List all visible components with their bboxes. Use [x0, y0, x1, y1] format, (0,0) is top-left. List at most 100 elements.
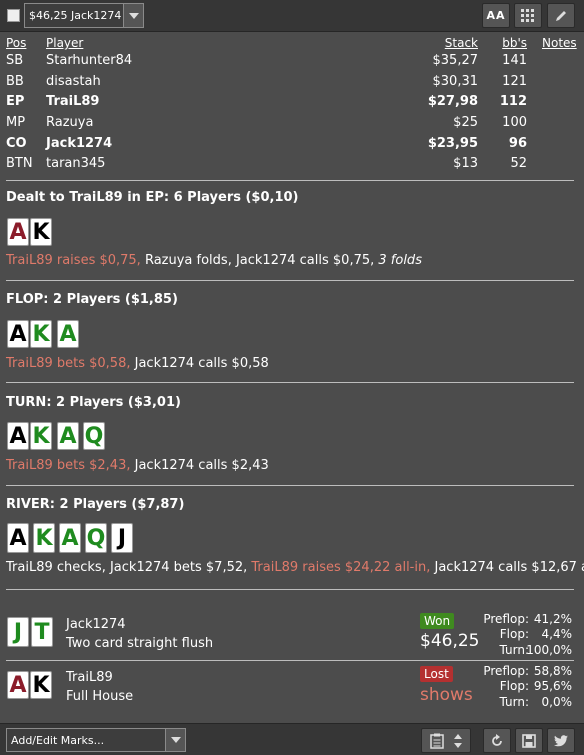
card: A — [57, 422, 79, 450]
table-row[interactable]: CO Jack1274 $23,95 96 — [0, 136, 584, 156]
row-stack: $25 — [453, 115, 478, 130]
row-bbs: 121 — [502, 74, 527, 89]
preflop-title: Dealt to TraiL89 in EP: 6 Players ($0,10… — [6, 190, 299, 205]
select-hand-checkbox[interactable] — [7, 9, 20, 22]
card: K — [30, 320, 52, 348]
hand-dropdown[interactable]: $46,25 Jack1274 — [24, 3, 144, 28]
table-row[interactable]: BB disastah $30,31 121 — [0, 74, 584, 94]
card: Q — [83, 422, 105, 450]
notes-spinner[interactable] — [421, 728, 471, 753]
row-player: Razuya — [46, 115, 94, 130]
card: A — [7, 523, 29, 553]
preflop-equity-value: 58,8% — [533, 664, 572, 678]
twitter-share-button[interactable] — [547, 728, 575, 753]
card: A — [59, 523, 81, 553]
hero-action: TraiL89 bets $0,58, — [6, 356, 131, 371]
won-amount: $46,25 — [420, 631, 480, 651]
row-player: TraiL89 — [46, 94, 100, 109]
divider — [6, 485, 574, 486]
action-text: Jack1274 calls $0,58 — [130, 356, 269, 371]
hand-dropdown-value: $46,25 Jack1274 — [29, 9, 122, 22]
card: A — [7, 422, 29, 450]
row-pos: BTN — [6, 156, 33, 171]
divider — [6, 660, 574, 661]
row-player: Starhunter84 — [46, 53, 133, 68]
preflop-actions: TraiL89 raises $0,75, Razuya folds, Jack… — [6, 253, 422, 268]
card: J — [7, 617, 29, 647]
turn-equity-value: 0,0% — [541, 695, 573, 709]
row-stack: $27,98 — [427, 94, 478, 109]
action-text: Razuya folds, Jack1274 calls $0,75, — [140, 253, 379, 268]
card: K — [30, 218, 52, 246]
header-bbs[interactable]: bb's — [502, 36, 527, 50]
refresh-icon — [492, 733, 502, 746]
top-toolbar: $46,25 Jack1274 AA — [0, 0, 584, 32]
divider — [6, 382, 574, 383]
card: A — [7, 671, 29, 699]
flop-equity-value: 95,6% — [533, 679, 572, 693]
preflop-equity-value: 41,2% — [533, 612, 572, 626]
replay-button[interactable] — [483, 728, 511, 753]
header-pos[interactable]: Pos — [6, 36, 26, 50]
turn-equity-value: 100,0% — [526, 643, 572, 657]
row-player: disastah — [46, 74, 101, 89]
card: K — [30, 671, 52, 699]
flop-equity-label: Flop: — [499, 679, 529, 693]
save-button[interactable] — [515, 728, 543, 753]
row-bbs: 141 — [502, 53, 527, 68]
row-pos: MP — [6, 115, 26, 130]
table-row[interactable]: SB Starhunter84 $35,27 141 — [0, 53, 584, 73]
card: K — [33, 523, 55, 553]
river-actions: TraiL89 checks, Jack1274 bets $7,52, Tra… — [6, 560, 584, 575]
header-player[interactable]: Player — [46, 36, 83, 50]
row-player: taran345 — [46, 156, 106, 171]
flop-title: FLOP: 2 Players ($1,85) — [6, 292, 178, 307]
card: J — [111, 523, 133, 553]
header-notes[interactable]: Notes — [542, 36, 577, 50]
hero-action: TraiL89 bets $2,43, — [6, 458, 131, 473]
row-bbs: 96 — [508, 136, 527, 151]
folds-text: 3 folds — [378, 253, 422, 268]
marks-dropdown-placeholder: Add/Edit Marks... — [11, 734, 105, 747]
table-row[interactable]: MP Razuya $25 100 — [0, 115, 584, 135]
row-stack: $23,95 — [427, 136, 478, 151]
action-text: TraiL89 checks, Jack1274 bets $7,52, — [6, 560, 252, 575]
layout-grid-button[interactable] — [514, 3, 542, 28]
font-size-icon: AA — [486, 9, 506, 22]
chevron-down-icon[interactable] — [123, 4, 143, 27]
row-stack: $35,27 — [432, 53, 479, 68]
edit-button[interactable] — [547, 3, 575, 28]
row-player: Jack1274 — [46, 136, 113, 151]
turn-title: TURN: 2 Players ($3,01) — [6, 395, 181, 410]
row-pos: BB — [6, 74, 24, 89]
row-pos: CO — [6, 136, 27, 151]
row-stack: $13 — [453, 156, 478, 171]
preflop-equity-label: Preflop: — [483, 612, 529, 626]
chevron-down-icon[interactable] — [165, 729, 185, 751]
card: A — [57, 320, 79, 348]
card: T — [31, 617, 53, 647]
divider — [6, 180, 574, 181]
up-down-arrows-icon[interactable] — [454, 733, 462, 748]
font-size-button[interactable]: AA — [482, 3, 510, 28]
row-pos: EP — [6, 94, 25, 109]
grid-icon — [521, 8, 534, 22]
loser-hand: Full House — [66, 689, 134, 704]
won-badge: Won — [420, 613, 455, 629]
table-row[interactable]: EP TraiL89 $27,98 112 — [0, 94, 584, 114]
result-loser: A K TraiL89 Full House Lost shows Preflo… — [0, 663, 584, 713]
header-stack[interactable]: Stack — [445, 36, 478, 50]
flop-equity-value: 4,4% — [541, 627, 573, 641]
table-row[interactable]: BTN taran345 $13 52 — [0, 156, 584, 176]
turn-equity-label: Turn: — [499, 695, 529, 709]
card: Q — [85, 523, 107, 553]
bottom-toolbar: Add/Edit Marks... — [0, 723, 584, 755]
twitter-icon — [554, 734, 568, 746]
lost-badge: Lost — [420, 666, 453, 682]
card: A — [7, 320, 29, 348]
card: K — [30, 422, 52, 450]
save-icon — [522, 733, 536, 748]
marks-dropdown[interactable]: Add/Edit Marks... — [6, 728, 186, 752]
row-bbs: 100 — [502, 115, 527, 130]
flop-equity-label: Flop: — [499, 627, 529, 641]
